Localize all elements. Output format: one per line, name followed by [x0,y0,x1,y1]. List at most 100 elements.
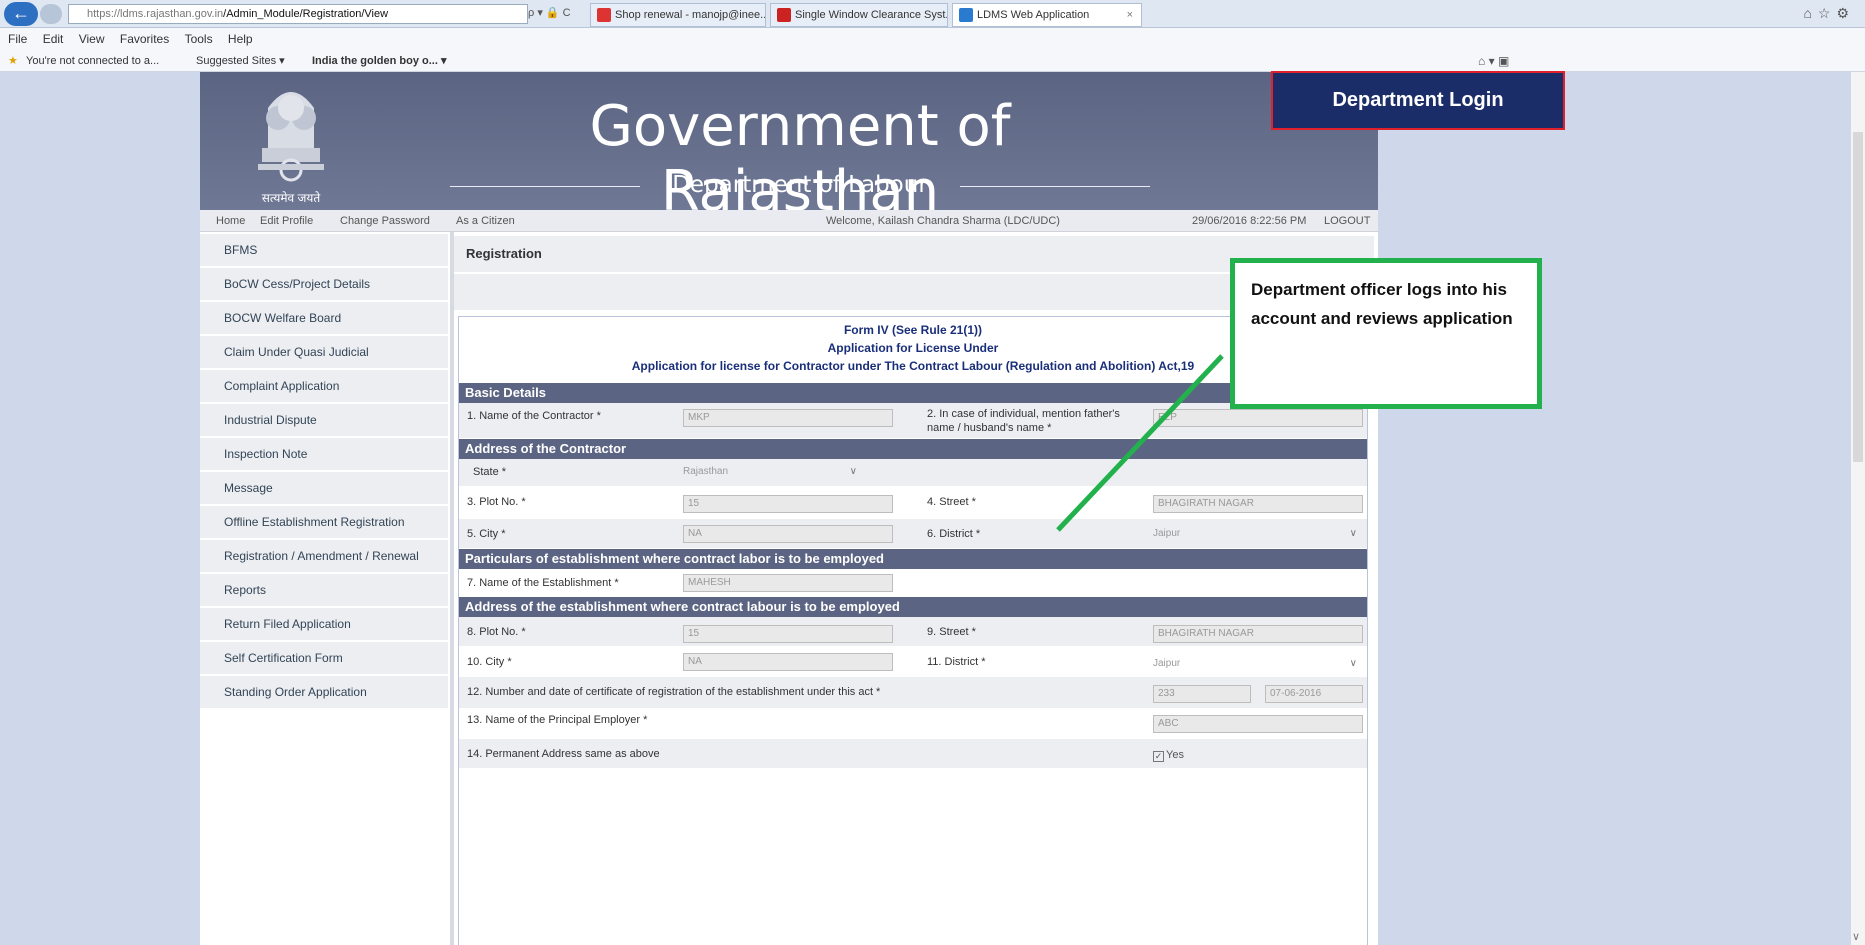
header-banner: सत्यमेव जयते Government of Rajasthan Dep… [200,72,1378,224]
toolbar-icons[interactable]: ⌂ ▾ ▣ [1478,50,1509,72]
perm-address-checkbox[interactable]: ✓ Yes [1153,749,1184,762]
top-nav: Home Edit Profile Change Password As a C… [200,210,1378,232]
father-name-field[interactable]: ELP [1153,409,1363,427]
form-row: 14. Permanent Address same as above ✓ Yes [459,739,1367,769]
sidebar-item-inspection-note[interactable]: Inspection Note [200,438,448,471]
fav-item-suggested[interactable]: Suggested Sites ▾ [196,50,285,72]
street-field[interactable]: BHAGIRATH NAGAR [1153,495,1363,513]
street-label: 4. Street * [927,496,976,508]
scrollbar-thumb[interactable] [1853,132,1863,462]
tab-ldms[interactable]: LDMS Web Application × [952,3,1142,27]
district-label: 6. District * [927,528,981,540]
sidebar-item-registration[interactable]: Registration / Amendment / Renewal [200,540,448,573]
tab-single-window[interactable]: Single Window Clearance Syst... [770,3,948,27]
menu-view[interactable]: View [79,32,105,46]
est-name-field[interactable]: MAHESH [683,574,893,592]
sidebar-item-complaint[interactable]: Complaint Application [200,370,448,403]
sidebar-item-bocw-cess[interactable]: BoCW Cess/Project Details [200,268,448,301]
city-field[interactable]: NA [683,525,893,543]
back-arrow-icon[interactable]: ← [4,2,38,26]
est-plot-field[interactable]: 15 [683,625,893,643]
review-callout: Department officer logs into his account… [1230,258,1542,409]
logout-link[interactable]: LOGOUT [1324,210,1370,232]
form-row: 12. Number and date of certificate of re… [459,677,1367,709]
sidebar-item-bocw-welfare[interactable]: BOCW Welfare Board [200,302,448,335]
father-name-label: 2. In case of individual, mention father… [927,408,1120,434]
menu-file[interactable]: File [8,32,27,46]
form-row: 10. City * NA 11. District * Jaipur ∨ [459,647,1367,677]
plot-label: 3. Plot No. * [467,496,526,508]
cert-date-field[interactable]: 07-06-2016 [1265,685,1363,703]
nav-edit-profile[interactable]: Edit Profile [260,210,313,232]
employer-field[interactable]: ABC [1153,715,1363,733]
sidebar-item-bfms[interactable]: BFMS [200,234,448,267]
divider [450,186,640,187]
contractor-name-label: 1. Name of the Contractor * [467,410,601,422]
department-row: Department of Labour [450,172,1150,202]
menu-bar: File Edit View Favorites Tools Help [0,28,1865,50]
emblem-motto: सत्यमेव जयते [261,191,321,205]
plot-field[interactable]: 15 [683,495,893,513]
forward-arrow-icon[interactable] [40,4,62,24]
menu-favorites[interactable]: Favorites [120,32,169,46]
tab-label: LDMS Web Application [977,9,1090,21]
home-star-gear-icons[interactable]: ⌂☆⚙ [1803,5,1855,22]
url-controls[interactable]: ρ ▾ 🔒 C [528,4,586,24]
form-row: 8. Plot No. * 15 9. Street * BHAGIRATH N… [459,617,1367,647]
nav-change-password[interactable]: Change Password [340,210,430,232]
tab-label: Shop renewal - manojp@inee... [615,9,766,21]
est-district-select[interactable]: Jaipur ∨ [1153,655,1363,673]
district-select[interactable]: Jaipur ∨ [1153,525,1363,543]
city-label: 5. City * [467,528,506,540]
page-scrollbar[interactable]: ∨ [1851,72,1865,945]
section-establishment-address: Address of the establishment where contr… [459,597,1367,617]
est-street-label: 9. Street * [927,626,976,638]
scroll-down-icon[interactable]: ∨ [1852,930,1860,943]
perm-address-label: 14. Permanent Address same as above [467,748,660,760]
est-name-label: 7. Name of the Establishment * [467,577,619,589]
form-row: 7. Name of the Establishment * MAHESH [459,569,1367,597]
district-value: Jaipur [1153,528,1181,539]
chevron-down-icon: ∨ [1349,658,1357,669]
sidebar-item-self-certification[interactable]: Self Certification Form [200,642,448,675]
sidebar-item-standing-order[interactable]: Standing Order Application [200,676,448,709]
menu-edit[interactable]: Edit [43,32,64,46]
sidebar-item-return-filed[interactable]: Return Filed Application [200,608,448,641]
est-district-label: 11. District * [927,656,986,668]
close-icon[interactable]: × [1127,4,1133,26]
section-contractor-address: Address of the Contractor [459,439,1367,459]
tab-label: Single Window Clearance Syst... [795,9,948,21]
favorites-star-icon[interactable]: ★ [8,50,18,72]
est-district-value: Jaipur [1153,658,1181,669]
menu-help[interactable]: Help [228,32,253,46]
nav-as-citizen[interactable]: As a Citizen [456,210,515,232]
registration-form: Form IV (See Rule 21(1)) Application for… [458,316,1368,945]
sidebar-item-reports[interactable]: Reports [200,574,448,607]
sidebar-item-offline-registration[interactable]: Offline Establishment Registration [200,506,448,539]
url-path: /Admin_Module/Registration/View [223,8,389,20]
nav-home[interactable]: Home [216,210,245,232]
state-select[interactable]: Rajasthan ∨ [683,463,863,481]
menu-tools[interactable]: Tools [185,32,213,46]
page: सत्यमेव जयते Government of Rajasthan Dep… [200,72,1378,945]
sidebar-item-claim[interactable]: Claim Under Quasi Judicial [200,336,448,369]
perm-address-yes: Yes [1166,749,1184,761]
est-plot-label: 8. Plot No. * [467,626,526,638]
sidebar-item-industrial-dispute[interactable]: Industrial Dispute [200,404,448,437]
contractor-name-field[interactable]: MKP [683,409,893,427]
url-input[interactable]: https://ldms.rajasthan.gov.in/Admin_Modu… [68,4,528,24]
cert-label: 12. Number and date of certificate of re… [467,686,881,698]
datetime: 29/06/2016 8:22:56 PM [1192,215,1307,227]
fav-item-connection[interactable]: You're not connected to a... [26,50,159,72]
fav-item-india[interactable]: India the golden boy o... ▾ [312,50,446,72]
sidebar-item-message[interactable]: Message [200,472,448,505]
page-title: Government of Rajasthan [589,94,1011,224]
sidebar: BFMS BoCW Cess/Project Details BOCW Welf… [200,232,450,945]
welcome-text: Welcome, Kailash Chandra Sharma (LDC/UDC… [826,215,1060,227]
department-login-callout: Department Login [1271,71,1565,130]
tab-shop-renewal[interactable]: Shop renewal - manojp@inee... [590,3,766,27]
est-street-field[interactable]: BHAGIRATH NAGAR [1153,625,1363,643]
est-city-field[interactable]: NA [683,653,893,671]
cert-number-field[interactable]: 233 [1153,685,1251,703]
browser-address-bar: ← https://ldms.rajasthan.gov.in/Admin_Mo… [0,0,1865,28]
